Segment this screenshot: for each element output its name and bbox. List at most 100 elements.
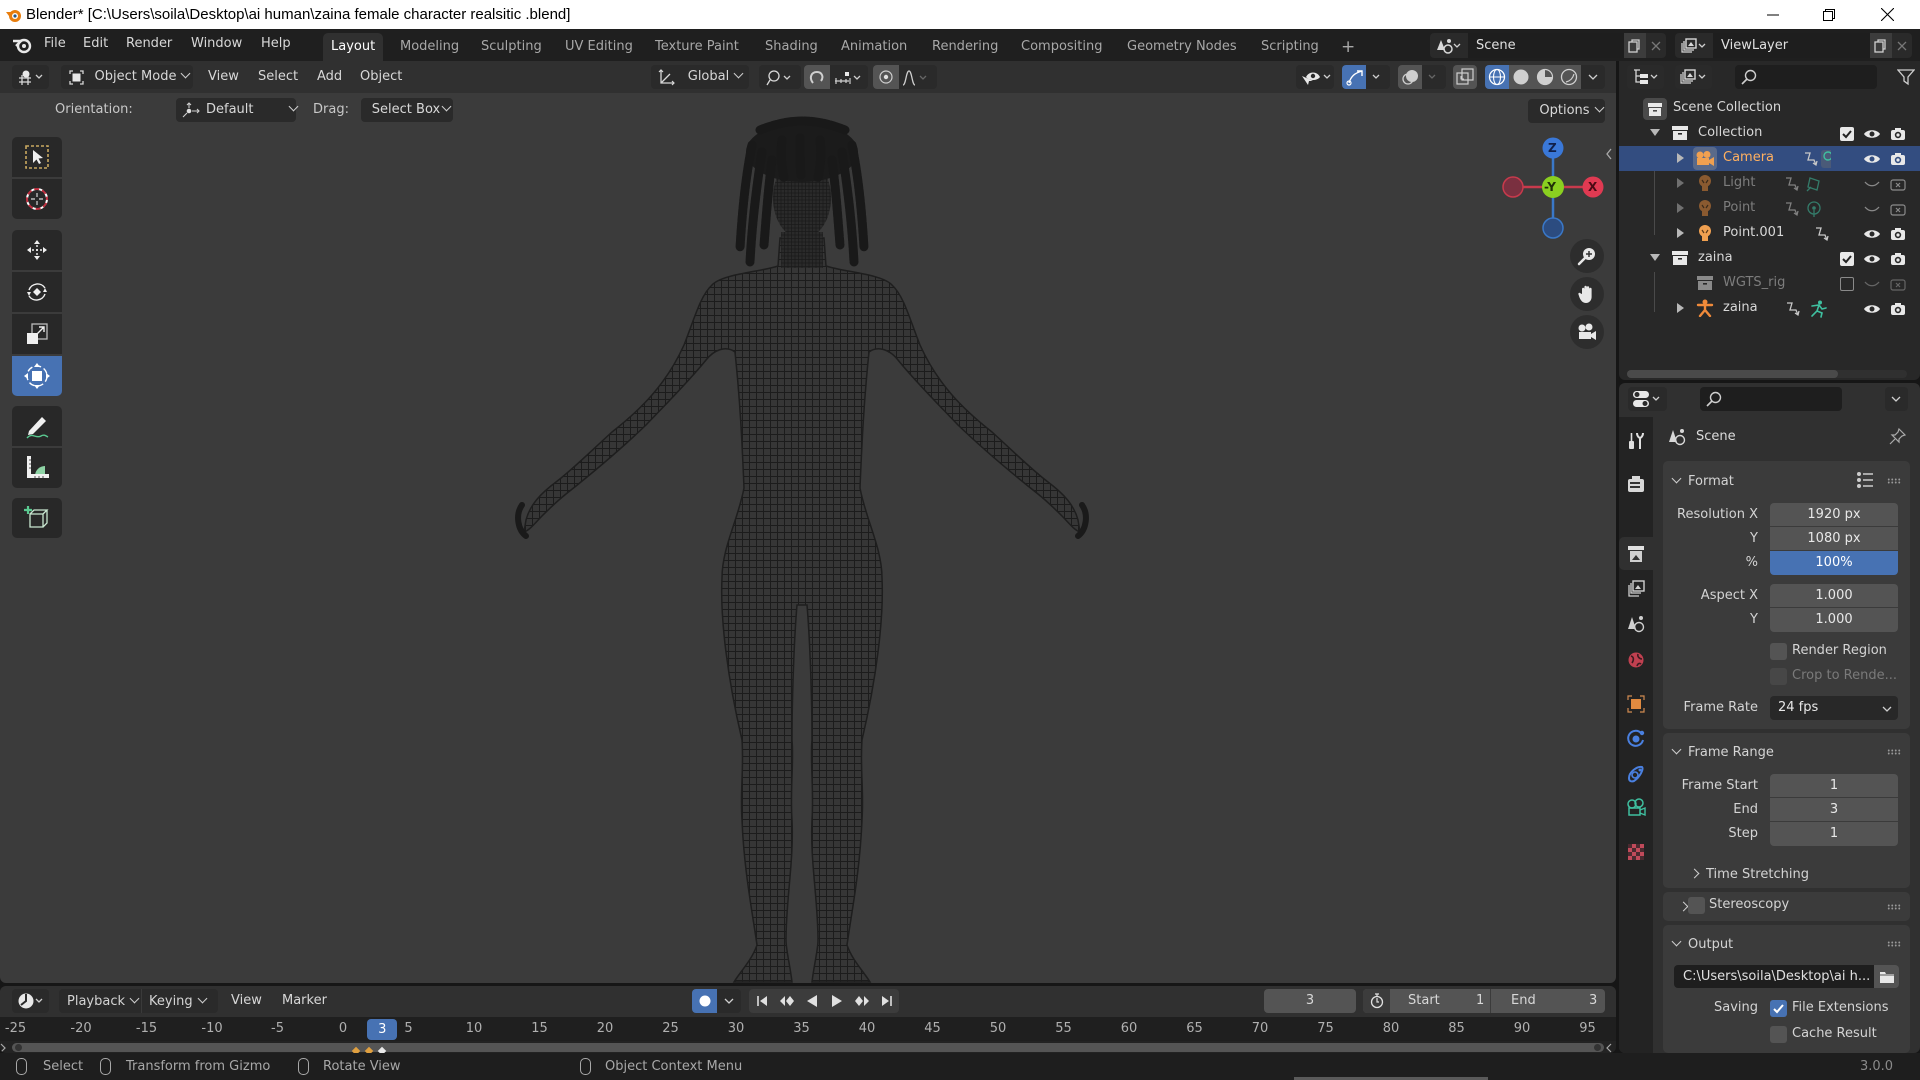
expand-arrow-icon[interactable] [1677,153,1684,163]
pin-button[interactable] [1889,427,1907,445]
camera-data-icon[interactable] [1821,150,1831,168]
stereoscopy-checkbox[interactable] [1688,897,1705,914]
resolution-percent-slider[interactable]: 100% [1770,551,1898,575]
render-camera-icon[interactable] [1889,150,1907,168]
menu-help[interactable]: Help [261,36,291,51]
drag-action-dropdown[interactable]: Select Box [361,98,453,122]
panel-drag-handle[interactable] [1887,478,1901,484]
editor-type-button[interactable] [12,65,49,89]
tab-rendering[interactable]: Rendering [924,33,1006,61]
restore-button[interactable] [1806,0,1852,29]
tool-measure[interactable] [12,448,62,488]
exclude-checkbox[interactable] [1838,250,1856,268]
new-scene-button[interactable] [1624,33,1646,58]
blender-menu-button[interactable] [12,35,34,55]
outliner-row-light[interactable]: Light [1619,171,1920,196]
aspect-x-field[interactable]: 1.000 [1770,584,1898,608]
format-panel-header[interactable]: Format [1671,471,1823,491]
viewport-menu-select[interactable]: Select [258,65,298,89]
timeline-menu-marker[interactable]: Marker [282,989,327,1013]
transform-orientation-dropdown[interactable]: Global [651,65,749,89]
object-mode-dropdown[interactable]: Object Mode [61,65,193,89]
orientation-dropdown[interactable]: Default [176,98,298,122]
channels-region-toggle[interactable] [0,1042,10,1053]
tool-rotate[interactable] [12,272,62,312]
pivot-point-dropdown[interactable] [759,65,801,89]
scrollbar-thumb[interactable] [1627,370,1838,378]
outliner-row-zaina-armature[interactable]: zaina [1619,296,1920,321]
expand-arrow-icon[interactable] [1677,303,1684,313]
tab-shading[interactable]: Shading [757,33,826,61]
timeline-menu-view[interactable]: View [231,989,262,1013]
timeline-editor-type-button[interactable] [12,989,49,1013]
tab-geometry-nodes[interactable]: Geometry Nodes [1119,33,1245,61]
outliner-filter-button[interactable] [1897,68,1915,86]
menu-window[interactable]: Window [191,36,242,51]
tab-scene[interactable] [1619,607,1653,640]
browse-folder-button[interactable] [1874,965,1899,988]
gizmo-toggle[interactable] [1342,65,1390,89]
3d-viewport[interactable]: Object Mode View Select Add Object Globa… [0,61,1616,983]
outliner-row-zaina-collection[interactable]: zaina [1619,246,1920,271]
jump-to-end-button[interactable] [874,989,899,1013]
viewport-menu-view[interactable]: View [208,65,239,89]
eye-icon[interactable] [1863,300,1881,318]
wireframe-character-model[interactable] [0,61,1616,983]
eye-closed-icon[interactable] [1863,200,1881,218]
tab-texture-paint[interactable]: Texture Paint [647,33,747,61]
tab-compositing[interactable]: Compositing [1013,33,1111,61]
overlays-toggle[interactable] [1398,65,1446,89]
expand-arrow-icon[interactable] [1677,228,1684,238]
outliner-row-scene-collection[interactable]: Scene Collection [1619,96,1920,121]
tab-sculpting[interactable]: Sculpting [473,33,550,61]
expand-arrow-icon[interactable] [1677,178,1684,188]
menu-edit[interactable]: Edit [83,36,108,51]
light-data-icon[interactable] [1805,175,1823,193]
shading-options-dropdown[interactable] [1581,65,1605,89]
display-mode-dropdown[interactable] [1675,65,1712,89]
eye-icon[interactable] [1863,250,1881,268]
properties-editor-type-button[interactable] [1628,387,1667,411]
timeline-end-field[interactable]: End 3 [1491,989,1605,1013]
timeline-start-field[interactable]: Start 1 [1390,989,1491,1013]
delete-scene-button[interactable] [1646,33,1666,58]
expand-arrow-icon[interactable] [1650,129,1660,136]
exclude-checkbox[interactable] [1838,275,1856,293]
outliner-row-camera[interactable]: Camera [1619,146,1920,171]
frame-start-field[interactable]: 1 [1770,774,1898,798]
xray-toggle[interactable] [1453,65,1477,89]
tool-move[interactable] [12,230,62,270]
render-camera-icon[interactable] [1889,300,1907,318]
frame-range-panel-header[interactable]: Frame Range [1671,742,1853,762]
eye-icon[interactable] [1863,150,1881,168]
output-panel-header[interactable]: Output [1671,934,1823,954]
proportional-editing-toggle[interactable] [873,65,937,89]
exclude-checkbox[interactable] [1838,125,1856,143]
zoom-view-button[interactable] [1570,239,1604,273]
tab-world[interactable] [1619,643,1653,676]
minimize-button[interactable] [1750,0,1796,29]
tab-tool[interactable] [1619,424,1653,457]
render-disabled-icon[interactable] [1889,175,1907,193]
tab-uv-editing[interactable]: UV Editing [557,33,641,61]
view-layer-name-field[interactable]: ViewLayer [1713,33,1870,58]
tool-annotate[interactable] [12,406,62,446]
sidebar-toggle-button[interactable] [1602,145,1616,163]
menu-keying[interactable]: Keying [143,989,218,1013]
render-disabled-icon[interactable] [1889,200,1907,218]
material-preview-button[interactable] [1533,65,1557,89]
new-view-layer-button[interactable] [1870,33,1892,58]
scene-browse-button[interactable] [1430,33,1468,58]
menu-file[interactable]: File [44,36,66,51]
timeline-horizontal-scrollbar[interactable] [12,1043,1604,1052]
scrollbar-left-handle[interactable] [15,1044,22,1051]
play-reverse-button[interactable] [799,989,824,1013]
render-camera-icon[interactable] [1889,225,1907,243]
view-layer-browse-button[interactable] [1675,33,1713,58]
pose-data-icon[interactable] [1809,300,1827,318]
delete-view-layer-button[interactable] [1892,33,1912,58]
tool-scale[interactable] [12,314,62,354]
outliner-horizontal-scrollbar[interactable] [1627,370,1907,378]
tab-render[interactable] [1619,467,1653,500]
tool-add-cube[interactable] [12,498,62,538]
